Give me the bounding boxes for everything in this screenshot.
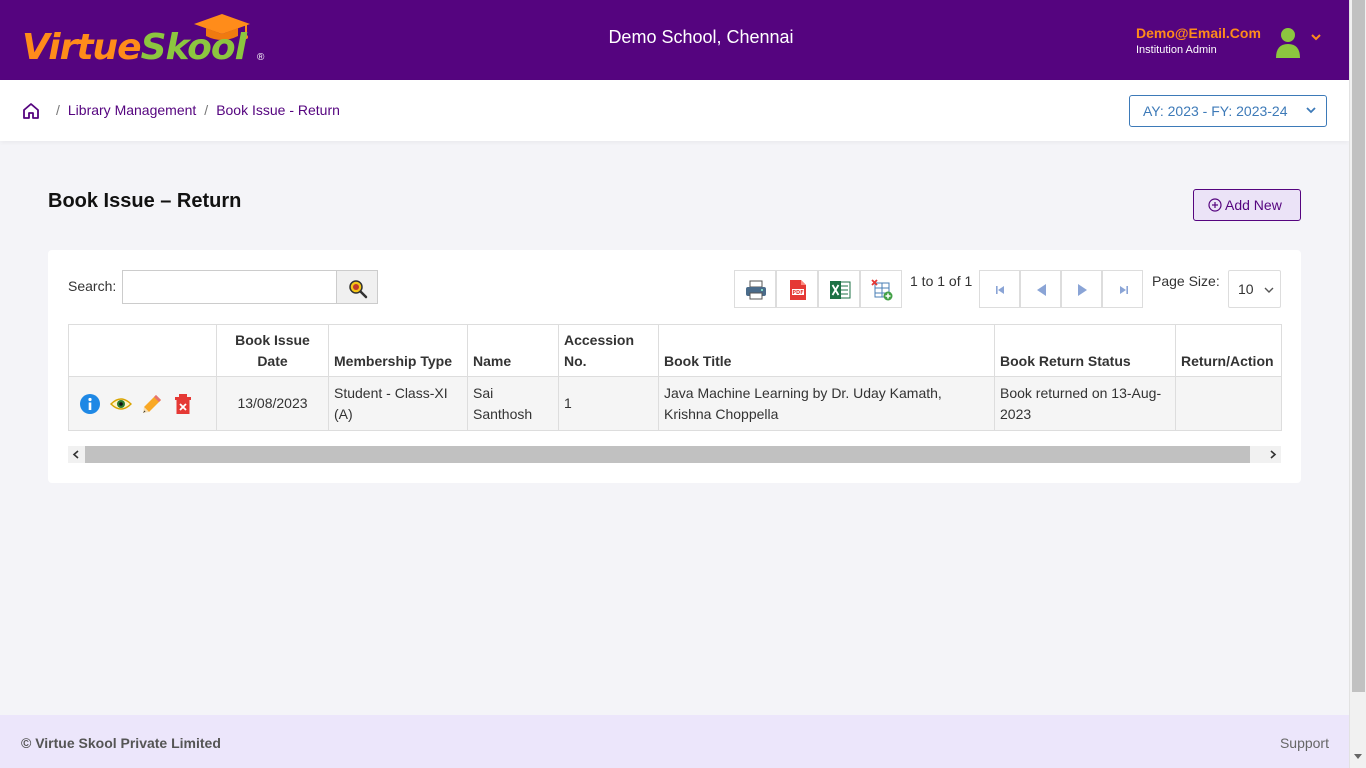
cell-name: Sai Santhosh xyxy=(467,376,559,431)
delete-button[interactable] xyxy=(172,393,194,415)
plus-circle-icon xyxy=(1208,198,1222,212)
breadcrumb-book-issue-return[interactable]: Book Issue - Return xyxy=(216,102,340,118)
page-size-value: 10 xyxy=(1238,281,1254,297)
column-header-return-status[interactable]: Book Return Status xyxy=(994,324,1176,377)
table-row[interactable]: 13/08/2023 Student - Class-XI (A) Sai Sa… xyxy=(68,376,1282,431)
column-chooser-button[interactable] xyxy=(860,270,902,308)
column-header-accession-no[interactable]: Accession No. xyxy=(558,324,659,377)
first-page-icon xyxy=(996,286,1004,294)
page-title: Book Issue – Return xyxy=(48,190,242,212)
column-header-book-title[interactable]: Book Title xyxy=(658,324,995,377)
search-label: Search: xyxy=(68,278,117,294)
school-name: Demo School, Chennai xyxy=(608,27,794,47)
chevron-down-icon[interactable] xyxy=(1309,30,1323,44)
scroll-left-arrow-icon[interactable] xyxy=(72,450,80,459)
user-avatar-icon[interactable] xyxy=(1274,26,1302,58)
copyright-text: © Virtue Skool Private Limited xyxy=(21,735,221,751)
user-role: Institution Admin xyxy=(1136,44,1217,56)
cell-accession-no: 1 xyxy=(558,376,659,431)
chevron-down-icon xyxy=(1264,287,1274,293)
footer: © Virtue Skool Private Limited Support xyxy=(0,715,1349,768)
print-button[interactable] xyxy=(734,270,776,308)
breadcrumb-separator: / xyxy=(204,102,209,118)
column-header-name[interactable]: Name xyxy=(467,324,559,377)
pdf-icon: PDF xyxy=(790,280,806,300)
table-header-row: Book Issue Date Membership Type Name Acc… xyxy=(68,324,1282,377)
delete-icon xyxy=(175,393,191,414)
cell-return-action[interactable] xyxy=(1175,376,1282,431)
logo-wordmark: VirtueSkool xyxy=(22,27,247,68)
page-size-label: Page Size: xyxy=(1152,273,1220,289)
breadcrumb-library-management[interactable]: Library Management xyxy=(68,102,196,118)
cell-membership-type: Student - Class-XI (A) xyxy=(328,376,468,431)
next-page-icon xyxy=(1078,284,1087,296)
logo-virtue: Virtue xyxy=(22,27,142,68)
breadcrumb-separator: / xyxy=(56,102,60,118)
logo-skool: Skool xyxy=(140,27,247,68)
eye-icon xyxy=(110,397,132,410)
search-button[interactable] xyxy=(336,270,378,304)
page-size-select[interactable]: 10 xyxy=(1228,270,1281,308)
cell-return-status: Book returned on 13-Aug-2023 xyxy=(994,376,1176,431)
magnifier-icon xyxy=(349,280,368,299)
last-page-button[interactable] xyxy=(1102,270,1143,308)
breadcrumb: / Library Management / Book Issue - Return xyxy=(48,102,340,118)
next-page-button[interactable] xyxy=(1061,270,1102,308)
logo-registered-mark: ® xyxy=(257,52,265,63)
support-link[interactable]: Support xyxy=(1280,735,1329,751)
last-page-icon xyxy=(1120,286,1128,294)
vertical-scrollbar[interactable] xyxy=(1349,0,1366,768)
view-button[interactable] xyxy=(110,393,132,415)
chevron-down-icon xyxy=(1306,107,1316,114)
home-icon[interactable] xyxy=(22,102,40,120)
column-settings-icon xyxy=(871,279,893,301)
first-page-button[interactable] xyxy=(979,270,1020,308)
cell-issue-date: 13/08/2023 xyxy=(216,376,329,431)
add-new-button[interactable]: Add New xyxy=(1193,189,1301,221)
academic-year-select[interactable]: AY: 2023 - FY: 2023-24 xyxy=(1129,95,1327,127)
academic-year-value: AY: 2023 - FY: 2023-24 xyxy=(1143,103,1288,119)
previous-page-icon xyxy=(1037,284,1046,296)
column-header-actions xyxy=(68,324,217,377)
row-actions xyxy=(68,376,217,431)
virtueskool-logo[interactable]: VirtueSkool ® xyxy=(22,14,272,70)
svg-text:PDF: PDF xyxy=(792,290,803,296)
horizontal-scrollbar-thumb[interactable] xyxy=(85,446,1250,463)
add-new-label: Add New xyxy=(1225,197,1282,213)
scroll-down-arrow-icon[interactable] xyxy=(1354,754,1362,759)
info-icon xyxy=(80,393,100,414)
pencil-icon xyxy=(143,394,161,413)
horizontal-scrollbar[interactable] xyxy=(68,446,1281,463)
column-header-issue-date[interactable]: Book Issue Date xyxy=(216,324,329,377)
book-issue-table: Book Issue Date Membership Type Name Acc… xyxy=(68,324,1282,431)
vertical-scrollbar-thumb[interactable] xyxy=(1352,0,1365,692)
export-pdf-button[interactable]: PDF xyxy=(776,270,818,308)
search-input[interactable] xyxy=(122,270,338,304)
excel-icon xyxy=(830,281,851,299)
export-excel-button[interactable] xyxy=(818,270,860,308)
breadcrumb-bar: / Library Management / Book Issue - Return … xyxy=(0,80,1349,141)
column-header-return-action[interactable]: Return/Action xyxy=(1175,324,1282,377)
info-button[interactable] xyxy=(79,393,101,415)
user-email[interactable]: Demo@Email.Com xyxy=(1136,25,1261,41)
top-header: VirtueSkool ® Demo School, Chennai Demo@… xyxy=(0,0,1349,80)
printer-icon xyxy=(746,280,766,300)
column-header-membership-type[interactable]: Membership Type xyxy=(328,324,468,377)
edit-button[interactable] xyxy=(141,393,163,415)
grid-card: Search: PDF 1 to 1 of 1 Page Size: 10 Bo… xyxy=(48,250,1301,483)
pagination-info: 1 to 1 of 1 xyxy=(910,273,973,289)
scroll-right-arrow-icon[interactable] xyxy=(1269,450,1277,459)
previous-page-button[interactable] xyxy=(1020,270,1061,308)
cell-book-title: Java Machine Learning by Dr. Uday Kamath… xyxy=(658,376,995,431)
